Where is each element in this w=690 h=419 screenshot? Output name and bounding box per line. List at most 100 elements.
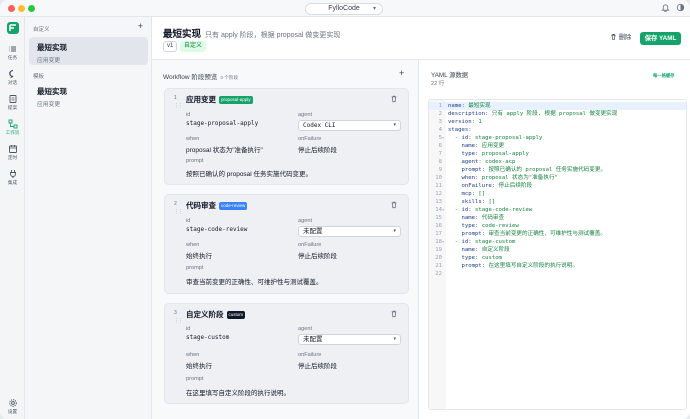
id-label: id	[186, 112, 191, 118]
calendar-icon	[8, 145, 17, 153]
nav-item-settings-label: 设置	[7, 409, 18, 414]
sidebar-item-name: 最短实现	[37, 87, 67, 96]
on-failure-label: onFailure	[298, 242, 322, 248]
code-line: 16 type: code-review	[435, 223, 519, 229]
nav-item-integrations[interactable]: 集成	[0, 169, 25, 191]
fold-chevron-icon[interactable]: ⌄	[442, 134, 447, 142]
code-line: 20 type: custom	[435, 255, 502, 261]
nav-item-settings[interactable]: 设置	[0, 398, 25, 419]
stage-card: 3 ⋮⋮ 自定义阶段 custom id stage-custom agent 未…	[164, 303, 409, 404]
code-line: 18 ⌄ - id: stage-custom	[435, 238, 516, 246]
add-stage-button[interactable]: +	[399, 68, 404, 78]
chevron-down-icon: ▾	[372, 6, 376, 12]
code-line: 10 when: proposal 状态为"准备执行"	[435, 175, 558, 181]
id-label: id	[186, 218, 191, 224]
stage-name-text: 代码审查	[186, 201, 216, 210]
stage-number: 2	[174, 201, 177, 207]
nav-item-chat[interactable]: 对话	[0, 69, 25, 91]
code-line: 7 type: proposal-apply	[438, 151, 529, 157]
prompt-label: prompt	[186, 158, 204, 164]
code-line: 21 prompt: 在这里填写自定义阶段的执行说明。	[435, 263, 578, 269]
project-selector[interactable]: FylloCode ▾	[305, 3, 383, 15]
code-line: 3 version: 1	[438, 119, 482, 125]
code-line: 19 name: 自定义阶段	[435, 247, 510, 253]
project-selector-label: FylloCode	[328, 5, 360, 12]
stage-type-tag: custom	[226, 311, 246, 319]
code-line: 4 stages:	[438, 127, 472, 133]
nav-item-workflow[interactable]: 工作流	[0, 119, 25, 141]
code-line: 6 name: 应用变更	[438, 143, 505, 149]
stage-on-failure-value: 停止后续阶段	[298, 147, 337, 154]
code-line: 2 description: 只有 apply 阶段, 根据 proposal 做…	[438, 111, 618, 117]
code-line: 15 name: 代码审查	[435, 215, 505, 221]
agent-select-value: 未配置	[303, 228, 323, 235]
code-line: 1 name: 最短实现	[429, 102, 686, 110]
code-line: 13 skills: []	[435, 199, 496, 205]
code-line: 5 ⌄ - id: stage-proposal-apply	[438, 134, 543, 142]
code-line: 22	[435, 271, 442, 277]
sidebar-item-template-shortest[interactable]: 最短实现 应用变更	[29, 81, 148, 109]
stage-when-value: 始终执行	[186, 253, 212, 260]
fold-chevron-icon[interactable]: ⌄	[442, 206, 447, 214]
stage-number: 3	[174, 310, 177, 316]
drag-handle-icon[interactable]: ⋮⋮	[174, 209, 183, 215]
agent-select[interactable]: Codex CLI ▾	[298, 120, 401, 131]
plug-icon	[9, 170, 16, 178]
agent-select[interactable]: 未配置 ▾	[298, 334, 401, 345]
workflow-preview-panel: Workflow 阶段预览 3 个阶段 + 1 ⋮⋮ 应用变更 proposal-a…	[152, 60, 419, 419]
minimize-window-button[interactable]	[18, 5, 25, 12]
chevron-down-icon: ▾	[393, 122, 396, 128]
stage-name: 自定义阶段 custom	[186, 309, 246, 320]
delete-label: 删除	[618, 34, 632, 41]
agent-select[interactable]: 未配置 ▾	[298, 226, 401, 237]
stage-id-value: stage-code-review	[186, 226, 248, 233]
code-line: 12 mcp: []	[435, 191, 486, 197]
nav-item-tasks-label: 任务	[7, 55, 18, 60]
yaml-line-count: 22 行	[431, 81, 445, 87]
delete-stage-icon[interactable]	[390, 309, 398, 318]
when-label: when	[186, 352, 200, 358]
yaml-code-editor[interactable]: 1 name: 最短实现 2 description: 只有 apply 阶段, 根…	[428, 99, 687, 410]
stage-prompt-value: 在这里填写自定义阶段的执行说明。	[186, 390, 290, 397]
code-line: 8 agent: codex-acp	[438, 159, 516, 165]
nav-item-integrations-label: 集成	[7, 180, 18, 185]
drag-handle-icon[interactable]: ⋮⋮	[174, 318, 183, 324]
gear-icon	[8, 399, 17, 407]
nav-item-proposals[interactable]: 提案	[0, 94, 25, 116]
delete-stage-icon[interactable]	[390, 94, 398, 103]
stage-prompt-value: 审查当前变更的正确性、可维护性与测试覆盖。	[186, 279, 323, 286]
custom-badge: 自定义	[180, 41, 207, 52]
notification-bell-icon[interactable]	[660, 3, 670, 13]
stage-count: 3 个阶段	[220, 75, 239, 80]
on-failure-label: onFailure	[298, 352, 322, 358]
code-line: 17 prompt: 审查当前变更的正确性、可维护性与测试覆盖。	[435, 231, 606, 237]
yaml-sync-status: 每一格缓存	[653, 73, 675, 78]
add-workflow-button[interactable]: +	[138, 22, 143, 31]
version-badge: v1	[163, 41, 178, 52]
stage-when-value: proposal 状态为"准备执行"	[186, 147, 263, 154]
nav-item-tasks[interactable]: 任务	[0, 44, 25, 66]
stage-id-value: stage-custom	[186, 334, 230, 341]
save-yaml-button[interactable]: 保存 YAML	[640, 32, 681, 45]
nav-item-workflow-label: 工作流	[5, 130, 20, 135]
sidebar-item-name: 最短实现	[37, 43, 67, 52]
workflow-preview-title: Workflow 阶段预览 3 个阶段	[163, 71, 238, 81]
workflow-list-sidebar: 自定义 + 最短实现 应用变更 模板 最短实现 应用变更	[25, 17, 152, 419]
workflow-preview-heading: Workflow 阶段预览	[163, 74, 218, 81]
theme-toggle-icon[interactable]	[675, 3, 685, 13]
stage-name: 代码审查 code-review	[186, 200, 248, 211]
delete-stage-icon[interactable]	[390, 200, 398, 209]
workflow-icon	[8, 119, 17, 129]
close-window-button[interactable]	[8, 5, 15, 12]
maximize-window-button[interactable]	[28, 5, 35, 12]
code-line: 9 prompt: 按照已确认的 proposal 任务实施代码变更。	[438, 167, 607, 173]
drag-handle-icon[interactable]: ⋮⋮	[174, 103, 183, 109]
title-bar: FylloCode ▾	[0, 0, 690, 17]
sidebar-item-custom-shortest[interactable]: 最短实现 应用变更	[29, 37, 148, 65]
app-window: FylloCode ▾ 任务 对话 提案 工作流 定时 集成 设置 自定义 + …	[0, 0, 690, 419]
agent-label: agent	[298, 218, 312, 224]
prompt-label: prompt	[186, 265, 204, 271]
fold-chevron-icon[interactable]: ⌄	[442, 238, 447, 246]
delete-button[interactable]: 删除	[610, 33, 631, 43]
nav-item-schedule[interactable]: 定时	[0, 144, 25, 166]
